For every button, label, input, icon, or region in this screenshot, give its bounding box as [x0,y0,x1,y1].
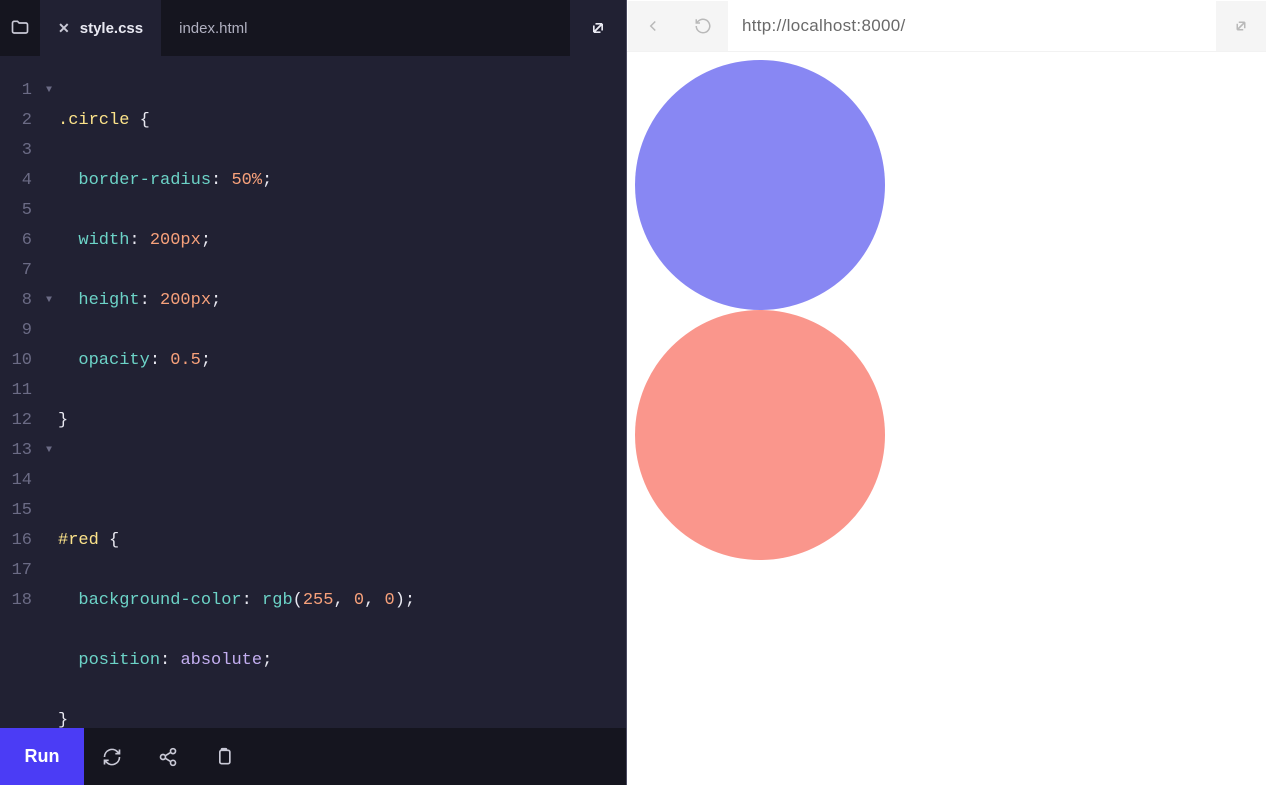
preview-pane: http://localhost:8000/ [626,0,1266,785]
fullscreen-icon[interactable] [1216,1,1266,51]
tab-index-html[interactable]: index.html [161,0,265,56]
preview-circle-blue [635,60,885,310]
editor-pane: ✕ style.css index.html 123 456 789 10111… [0,0,626,785]
line-number-gutter: 123 456 789 101112 131415 161718 [0,76,40,728]
preview-url[interactable]: http://localhost:8000/ [728,16,1216,36]
tab-style-css[interactable]: ✕ style.css [40,0,161,56]
preview-circle-red [635,310,885,560]
reload-icon[interactable] [678,1,728,51]
refresh-icon[interactable] [84,728,140,785]
fold-marker-icon[interactable]: ▼ [40,436,58,466]
preview-toolbar: http://localhost:8000/ [627,0,1266,52]
files-icon[interactable] [0,0,40,56]
back-icon[interactable] [628,1,678,51]
bottom-toolbar: Run [0,728,626,785]
share-icon[interactable] [140,728,196,785]
code-content[interactable]: .circle { border-radius: 50%; width: 200… [58,76,626,728]
expand-editor-button[interactable] [570,0,626,56]
fold-marker-icon[interactable]: ▼ [40,286,58,316]
preview-body [627,52,1266,785]
code-editor[interactable]: 123 456 789 101112 131415 161718 ▼ ▼ ▼ .… [0,56,626,728]
tab-bar: ✕ style.css index.html [0,0,626,56]
run-button[interactable]: Run [0,728,84,785]
close-icon[interactable]: ✕ [58,20,70,37]
tab-label: style.css [80,20,143,37]
fold-gutter: ▼ ▼ ▼ [40,76,58,728]
fold-marker-icon[interactable]: ▼ [40,76,58,106]
clipboard-icon[interactable] [196,728,252,785]
tab-label: index.html [179,20,247,37]
